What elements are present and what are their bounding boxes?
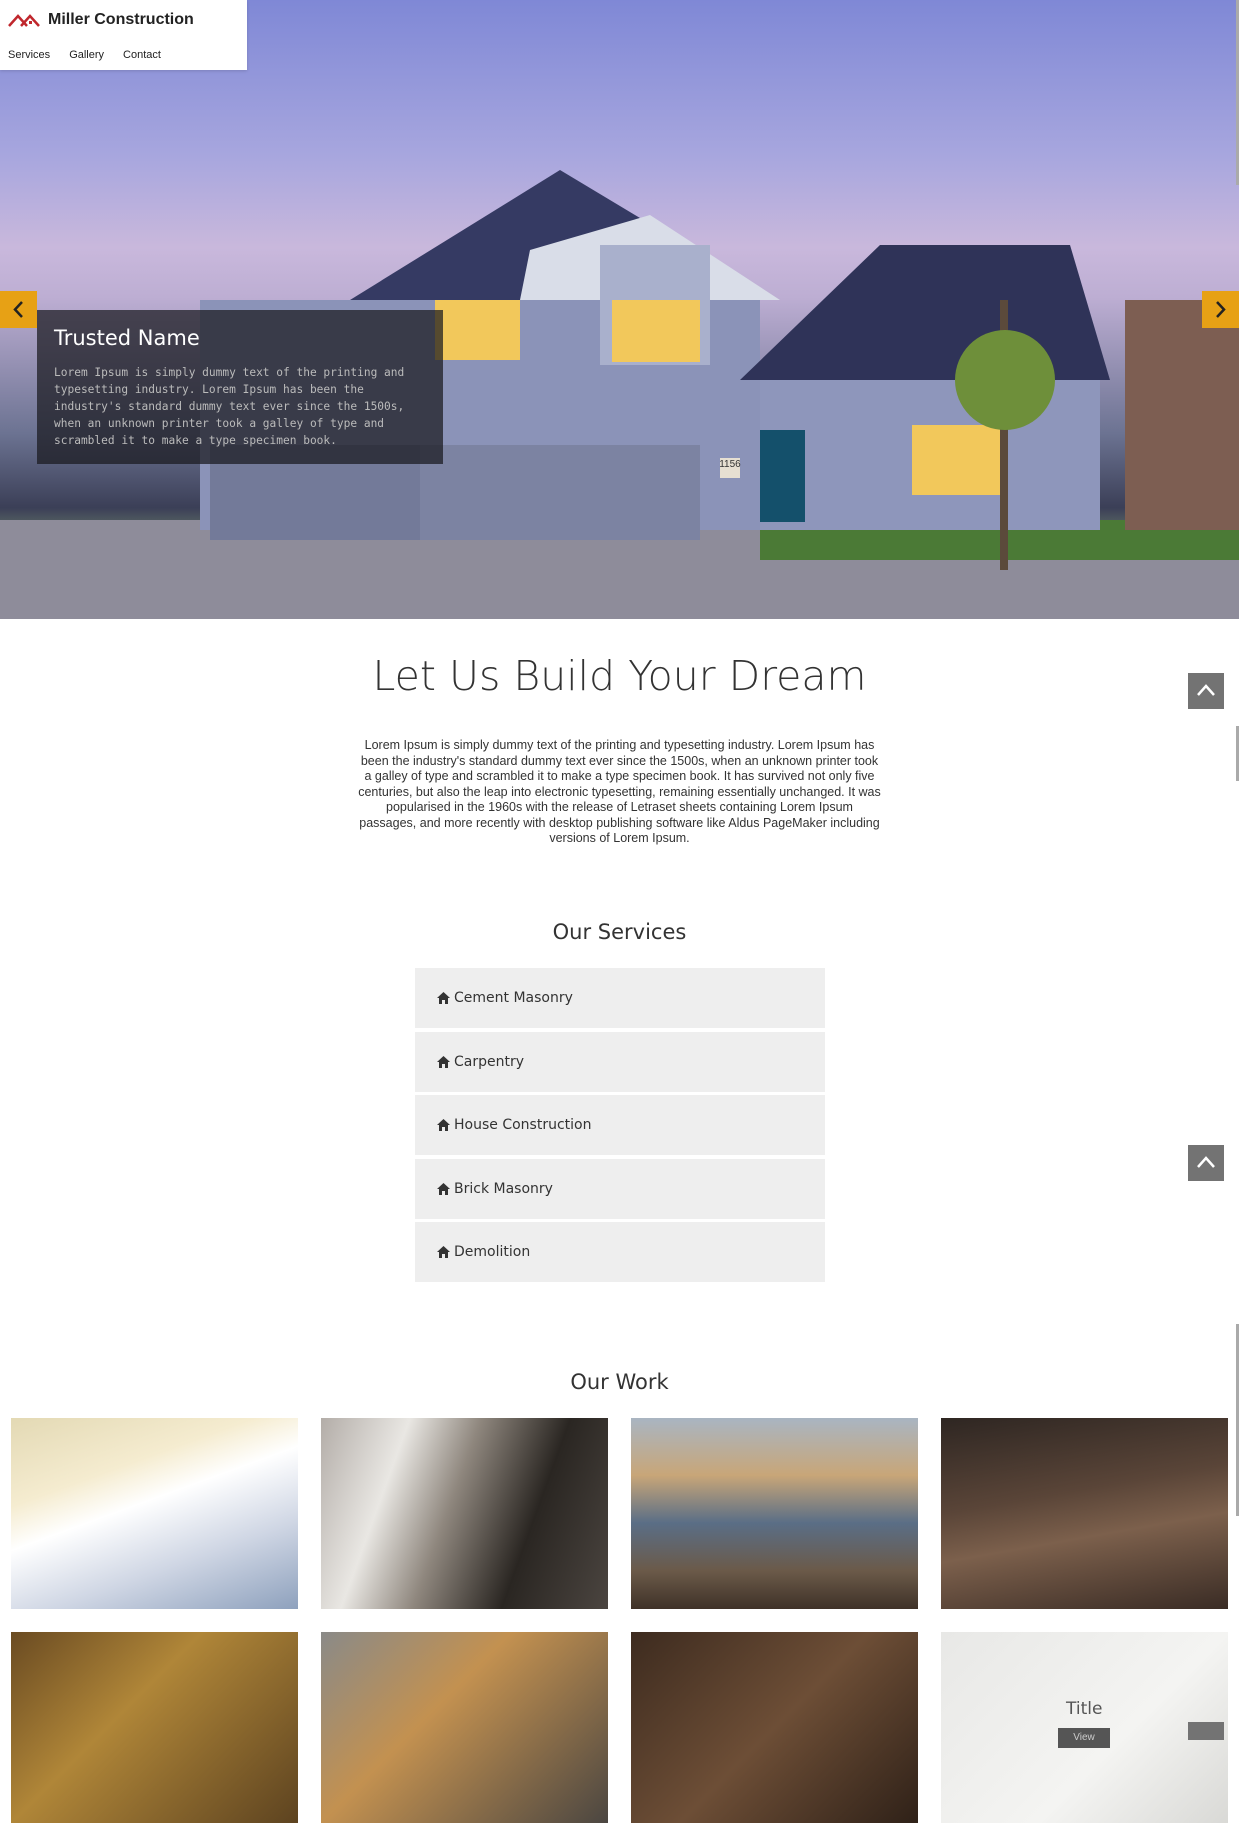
gallery-image-builders[interactable]	[631, 1418, 918, 1609]
chevron-left-icon	[13, 301, 23, 318]
chevron-up-icon	[1197, 684, 1215, 696]
roof-logo-icon	[8, 14, 40, 27]
service-item-brick-masonry[interactable]: Brick Masonry	[415, 1158, 825, 1219]
intro-paragraph: Lorem Ipsum is simply dummy text of the …	[358, 738, 881, 845]
service-label: Carpentry	[454, 1053, 525, 1070]
nav-link-services[interactable]: Services	[8, 49, 50, 61]
back-to-top-button[interactable]	[1188, 673, 1224, 709]
gallery-image-excavator[interactable]	[321, 1632, 608, 1823]
site-header: Miller Construction Services Gallery Con…	[0, 0, 247, 70]
slider-next-button[interactable]	[1202, 291, 1239, 328]
service-label: House Construction	[454, 1117, 592, 1133]
work-title: Our Work	[570, 1370, 669, 1394]
service-item-demolition[interactable]: Demolition	[415, 1222, 825, 1282]
nav-link-contact[interactable]: Contact	[123, 49, 161, 61]
brand-name: Miller Construction	[48, 11, 194, 28]
service-label: Demolition	[454, 1244, 531, 1260]
back-to-top-button[interactable]	[1188, 1722, 1224, 1740]
service-label: Cement Masonry	[454, 990, 573, 1006]
nav-link-gallery[interactable]: Gallery	[69, 49, 104, 61]
gallery-image-workers-helmets[interactable]	[11, 1418, 298, 1609]
slide-caption-title: Trusted Name	[54, 326, 200, 350]
service-item-house-construction[interactable]: House Construction	[415, 1095, 825, 1155]
site-logo[interactable]: Miller Construction	[8, 11, 194, 29]
gallery-view-button[interactable]: View	[1058, 1728, 1110, 1748]
home-icon	[437, 1055, 450, 1068]
services-title: Our Services	[552, 920, 687, 944]
gallery-image-loader[interactable]: Title View	[941, 1632, 1228, 1823]
gallery-image-tools-table[interactable]	[941, 1418, 1228, 1609]
service-item-cement-masonry[interactable]: Cement Masonry	[415, 968, 825, 1028]
gallery-image-carpenter[interactable]	[321, 1418, 608, 1609]
slide-caption: Trusted Name Lorem Ipsum is simply dummy…	[37, 310, 443, 464]
service-label: Brick Masonry	[454, 1180, 553, 1197]
slider-prev-button[interactable]	[0, 291, 37, 328]
main-nav: Services Gallery Contact	[8, 49, 161, 61]
slide-caption-text: Lorem Ipsum is simply dummy text of the …	[54, 366, 405, 447]
gallery-image-brushes[interactable]	[11, 1632, 298, 1823]
home-icon	[437, 1182, 450, 1195]
gallery-overlay-title: Title	[1066, 1699, 1103, 1719]
house-number: 1156	[719, 459, 741, 470]
back-to-top-button[interactable]	[1188, 1145, 1224, 1181]
chevron-right-icon	[1216, 301, 1226, 318]
home-icon	[437, 1246, 450, 1258]
hero-slider: 1156 Trusted Name Lorem Ipsum is simply …	[0, 0, 1239, 619]
gallery-image-hand-tools[interactable]	[631, 1632, 918, 1823]
page-title: Let Us Build Your Dream	[372, 652, 867, 700]
home-icon	[437, 1119, 450, 1131]
home-icon	[437, 992, 450, 1004]
chevron-up-icon	[1197, 1156, 1215, 1168]
service-item-carpentry[interactable]: Carpentry	[415, 1031, 825, 1092]
services-list: Cement Masonry Carpentry House Construct…	[415, 968, 825, 1286]
